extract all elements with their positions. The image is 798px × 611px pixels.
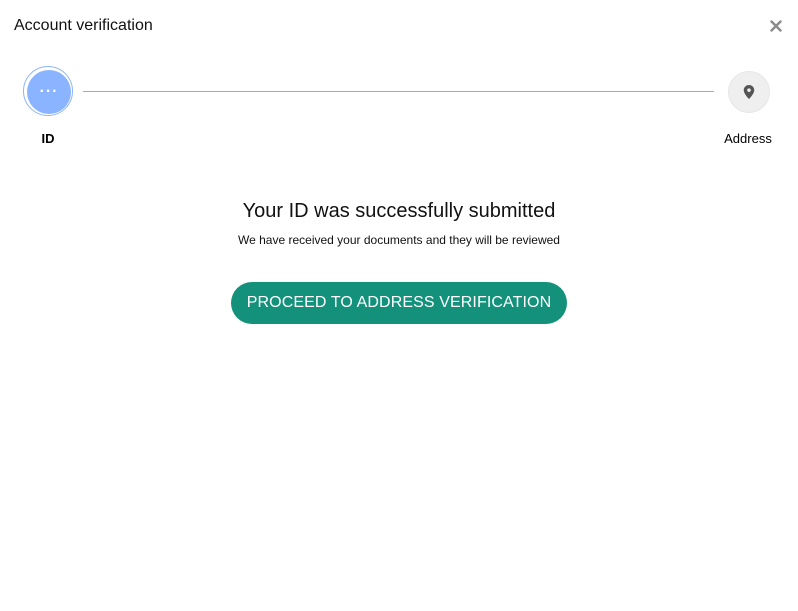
success-headline: Your ID was successfully submitted	[242, 200, 556, 222]
step-address-indicator	[728, 71, 770, 113]
step-address-label: Address	[724, 131, 772, 146]
more-dots-icon: ···	[39, 83, 59, 100]
location-pin-icon	[743, 85, 755, 99]
step-id-indicator: ···	[27, 70, 71, 114]
stepper-connector-line	[83, 91, 714, 92]
proceed-to-address-button[interactable]: PROCEED TO ADDRESS VERIFICATION	[231, 282, 567, 324]
account-verification-dialog: Account verification ··· ID Address Your…	[0, 0, 798, 611]
step-id-label: ID	[41, 131, 55, 146]
verification-stepper: ··· ID Address	[0, 0, 798, 160]
success-subtext: We have received your documents and they…	[238, 233, 560, 247]
submission-status: Your ID was successfully submitted We ha…	[0, 198, 798, 248]
